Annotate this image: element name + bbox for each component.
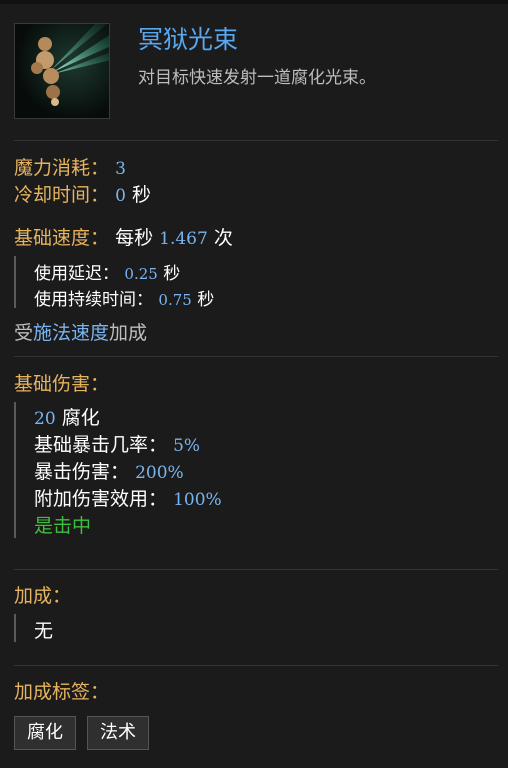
bonus-value: 无 (34, 620, 54, 642)
speed-detail-bar (14, 256, 16, 308)
top-border (0, 0, 508, 4)
scaling-suffix: 加成 (109, 322, 148, 344)
bonus-tags-header: 加成标签： (14, 677, 109, 704)
cooldown-value: 0 (115, 186, 126, 206)
damage-amount-row: 20 腐化 (34, 403, 100, 430)
skill-description: 对目标快速发射一道腐化光束。 (138, 68, 376, 88)
void-beam-icon (14, 23, 110, 119)
cooldown-unit: 秒 (131, 184, 151, 206)
divider (14, 569, 498, 570)
base-speed-value: 1.467 (159, 229, 208, 249)
damage-amount: 20 (34, 409, 56, 429)
crit-chance-row: 基础暴击几率： 5% (34, 430, 200, 457)
cast-speed-link[interactable]: 施法速度 (33, 322, 109, 344)
damage-type: 腐化 (61, 407, 100, 429)
use-delay-value: 0.25 (124, 265, 158, 283)
on-hit-text: 是击中 (34, 515, 92, 537)
bonus-header: 加成： (14, 581, 71, 608)
base-speed-row: 基础速度： 每秒 1.467 次 (14, 223, 233, 250)
bonus-tags-label: 加成标签： (14, 681, 110, 703)
use-delay-row: 使用延迟： 0.25 秒 (34, 259, 180, 284)
tag-corruption[interactable]: 腐化 (14, 716, 76, 750)
use-delay-label: 使用延迟： (34, 264, 119, 284)
bonus-detail-bar (14, 614, 16, 642)
crit-chance-value: 5% (173, 436, 201, 456)
use-duration-row: 使用持续时间： 0.75 秒 (34, 285, 214, 310)
cooldown-row: 冷却时间： 0 秒 (14, 180, 151, 207)
divider (14, 665, 498, 666)
use-duration-unit: 秒 (197, 290, 215, 310)
use-delay-unit: 秒 (163, 264, 181, 284)
skill-name: 冥狱光束 (138, 25, 239, 54)
crit-chance-label: 基础暴击几率： (34, 434, 168, 456)
effectiveness-label: 附加伤害效用： (34, 488, 168, 510)
divider (14, 140, 498, 141)
crit-damage-value: 200% (135, 463, 184, 483)
scaling-prefix: 受 (14, 322, 34, 344)
crit-damage-label: 暴击伤害： (34, 461, 130, 483)
effectiveness-value: 100% (173, 490, 222, 510)
skill-tooltip: 冥狱光束 对目标快速发射一道腐化光束。 魔力消耗： 3 冷却时间： 0 秒 基础… (0, 0, 508, 768)
mana-cost-row: 魔力消耗： 3 (14, 153, 126, 180)
effectiveness-row: 附加伤害效用： 100% (34, 484, 222, 511)
bonus-label: 加成： (14, 585, 72, 607)
mana-cost-label: 魔力消耗： (14, 157, 110, 179)
base-damage-label: 基础伤害： (14, 373, 110, 395)
use-duration-value: 0.75 (158, 291, 192, 309)
mana-cost-value: 3 (115, 159, 126, 179)
base-speed-label: 基础速度： (14, 227, 110, 249)
divider (14, 356, 498, 357)
crit-damage-row: 暴击伤害： 200% (34, 457, 184, 484)
use-duration-label: 使用持续时间： (34, 290, 153, 310)
damage-detail-bar (14, 402, 16, 538)
base-speed-unit: 次 (213, 227, 233, 249)
base-speed-prefix: 每秒 (115, 227, 154, 249)
tag-spell[interactable]: 法术 (87, 716, 149, 750)
cast-speed-scaling: 受施法速度加成 (14, 318, 147, 345)
cooldown-label: 冷却时间： (14, 184, 110, 206)
base-damage-header: 基础伤害： (14, 369, 109, 396)
